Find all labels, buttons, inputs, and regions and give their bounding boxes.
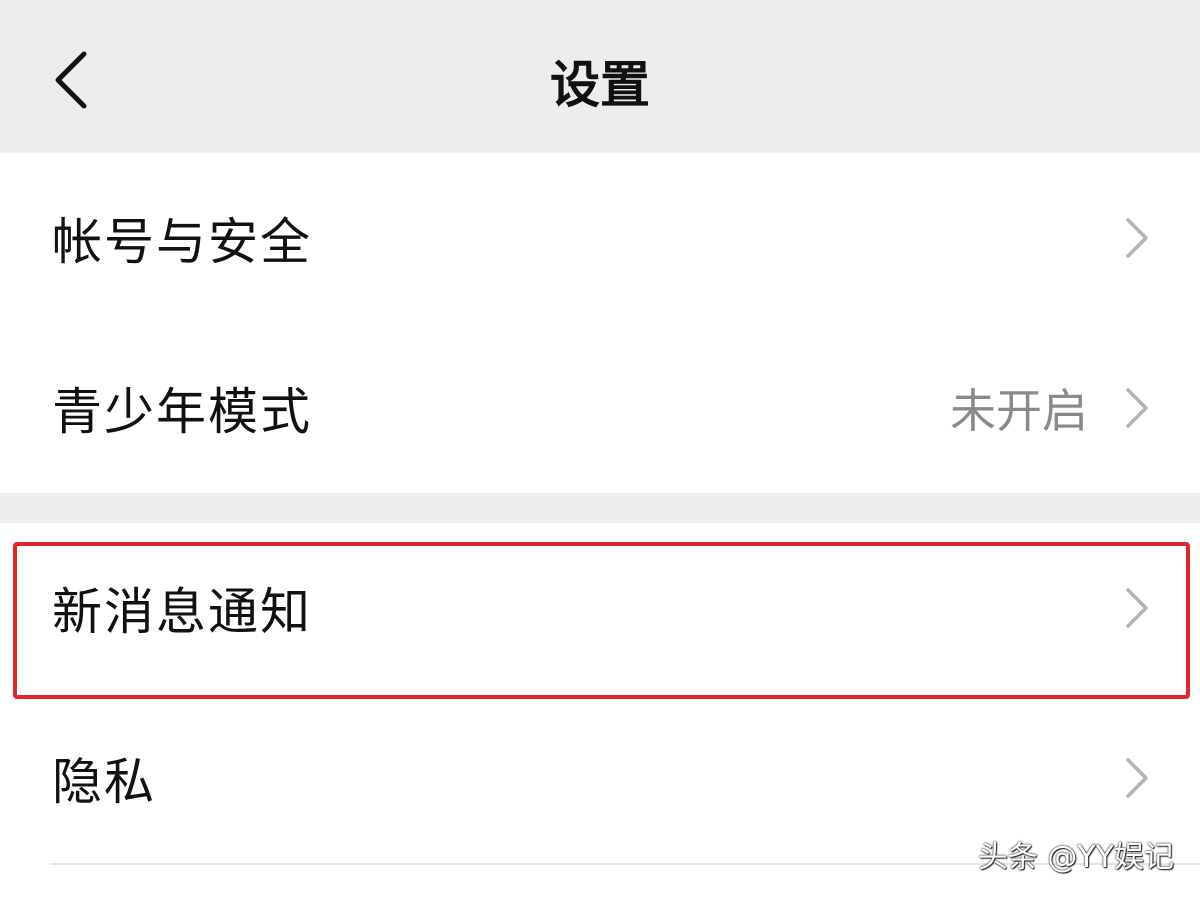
- settings-item-label: 隐私: [52, 753, 156, 811]
- section-gap: [0, 493, 1200, 523]
- chevron-right-icon: [1126, 588, 1148, 628]
- settings-item-label: 新消息通知: [52, 583, 312, 641]
- settings-screen: 设置 帐号与安全 青少年模式 未开启 新消息通知 隐私 头条 @YY娱记: [0, 0, 1200, 900]
- settings-group-account: 帐号与安全 青少年模式 未开启: [0, 153, 1200, 493]
- chevron-right-icon: [1126, 218, 1148, 258]
- page-title: 设置: [550, 56, 650, 114]
- navigation-bar: 设置: [0, 0, 1200, 153]
- settings-item-teen-mode[interactable]: 青少年模式 未开启: [0, 323, 1200, 493]
- settings-item-account-security[interactable]: 帐号与安全: [0, 153, 1200, 323]
- watermark: 头条 @YY娱记: [977, 840, 1174, 875]
- settings-group-general: 新消息通知 隐私: [0, 523, 1200, 865]
- chevron-right-icon: [1126, 388, 1148, 428]
- settings-item-label: 青少年模式: [52, 383, 312, 441]
- settings-item-status: 未开启: [950, 384, 1088, 438]
- settings-item-new-message-notifications[interactable]: 新消息通知: [0, 523, 1200, 693]
- settings-item-label: 帐号与安全: [52, 213, 312, 271]
- chevron-right-icon: [1126, 758, 1148, 798]
